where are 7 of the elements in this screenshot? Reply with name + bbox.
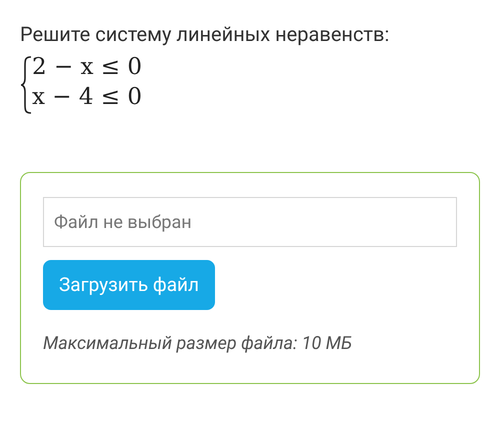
- upload-button[interactable]: Загрузить файл: [43, 260, 216, 310]
- task-title: Решите систему линейных неравенств:: [20, 22, 390, 46]
- max-size-hint: Максимальный размер файла: 10 МБ: [43, 332, 354, 356]
- inequality: x − 4 ≤ 0: [32, 83, 142, 112]
- brace-icon: [20, 56, 32, 114]
- file-field[interactable]: Файл не выбран: [43, 197, 457, 247]
- inequality: 2 − x ≤ 0: [32, 53, 142, 82]
